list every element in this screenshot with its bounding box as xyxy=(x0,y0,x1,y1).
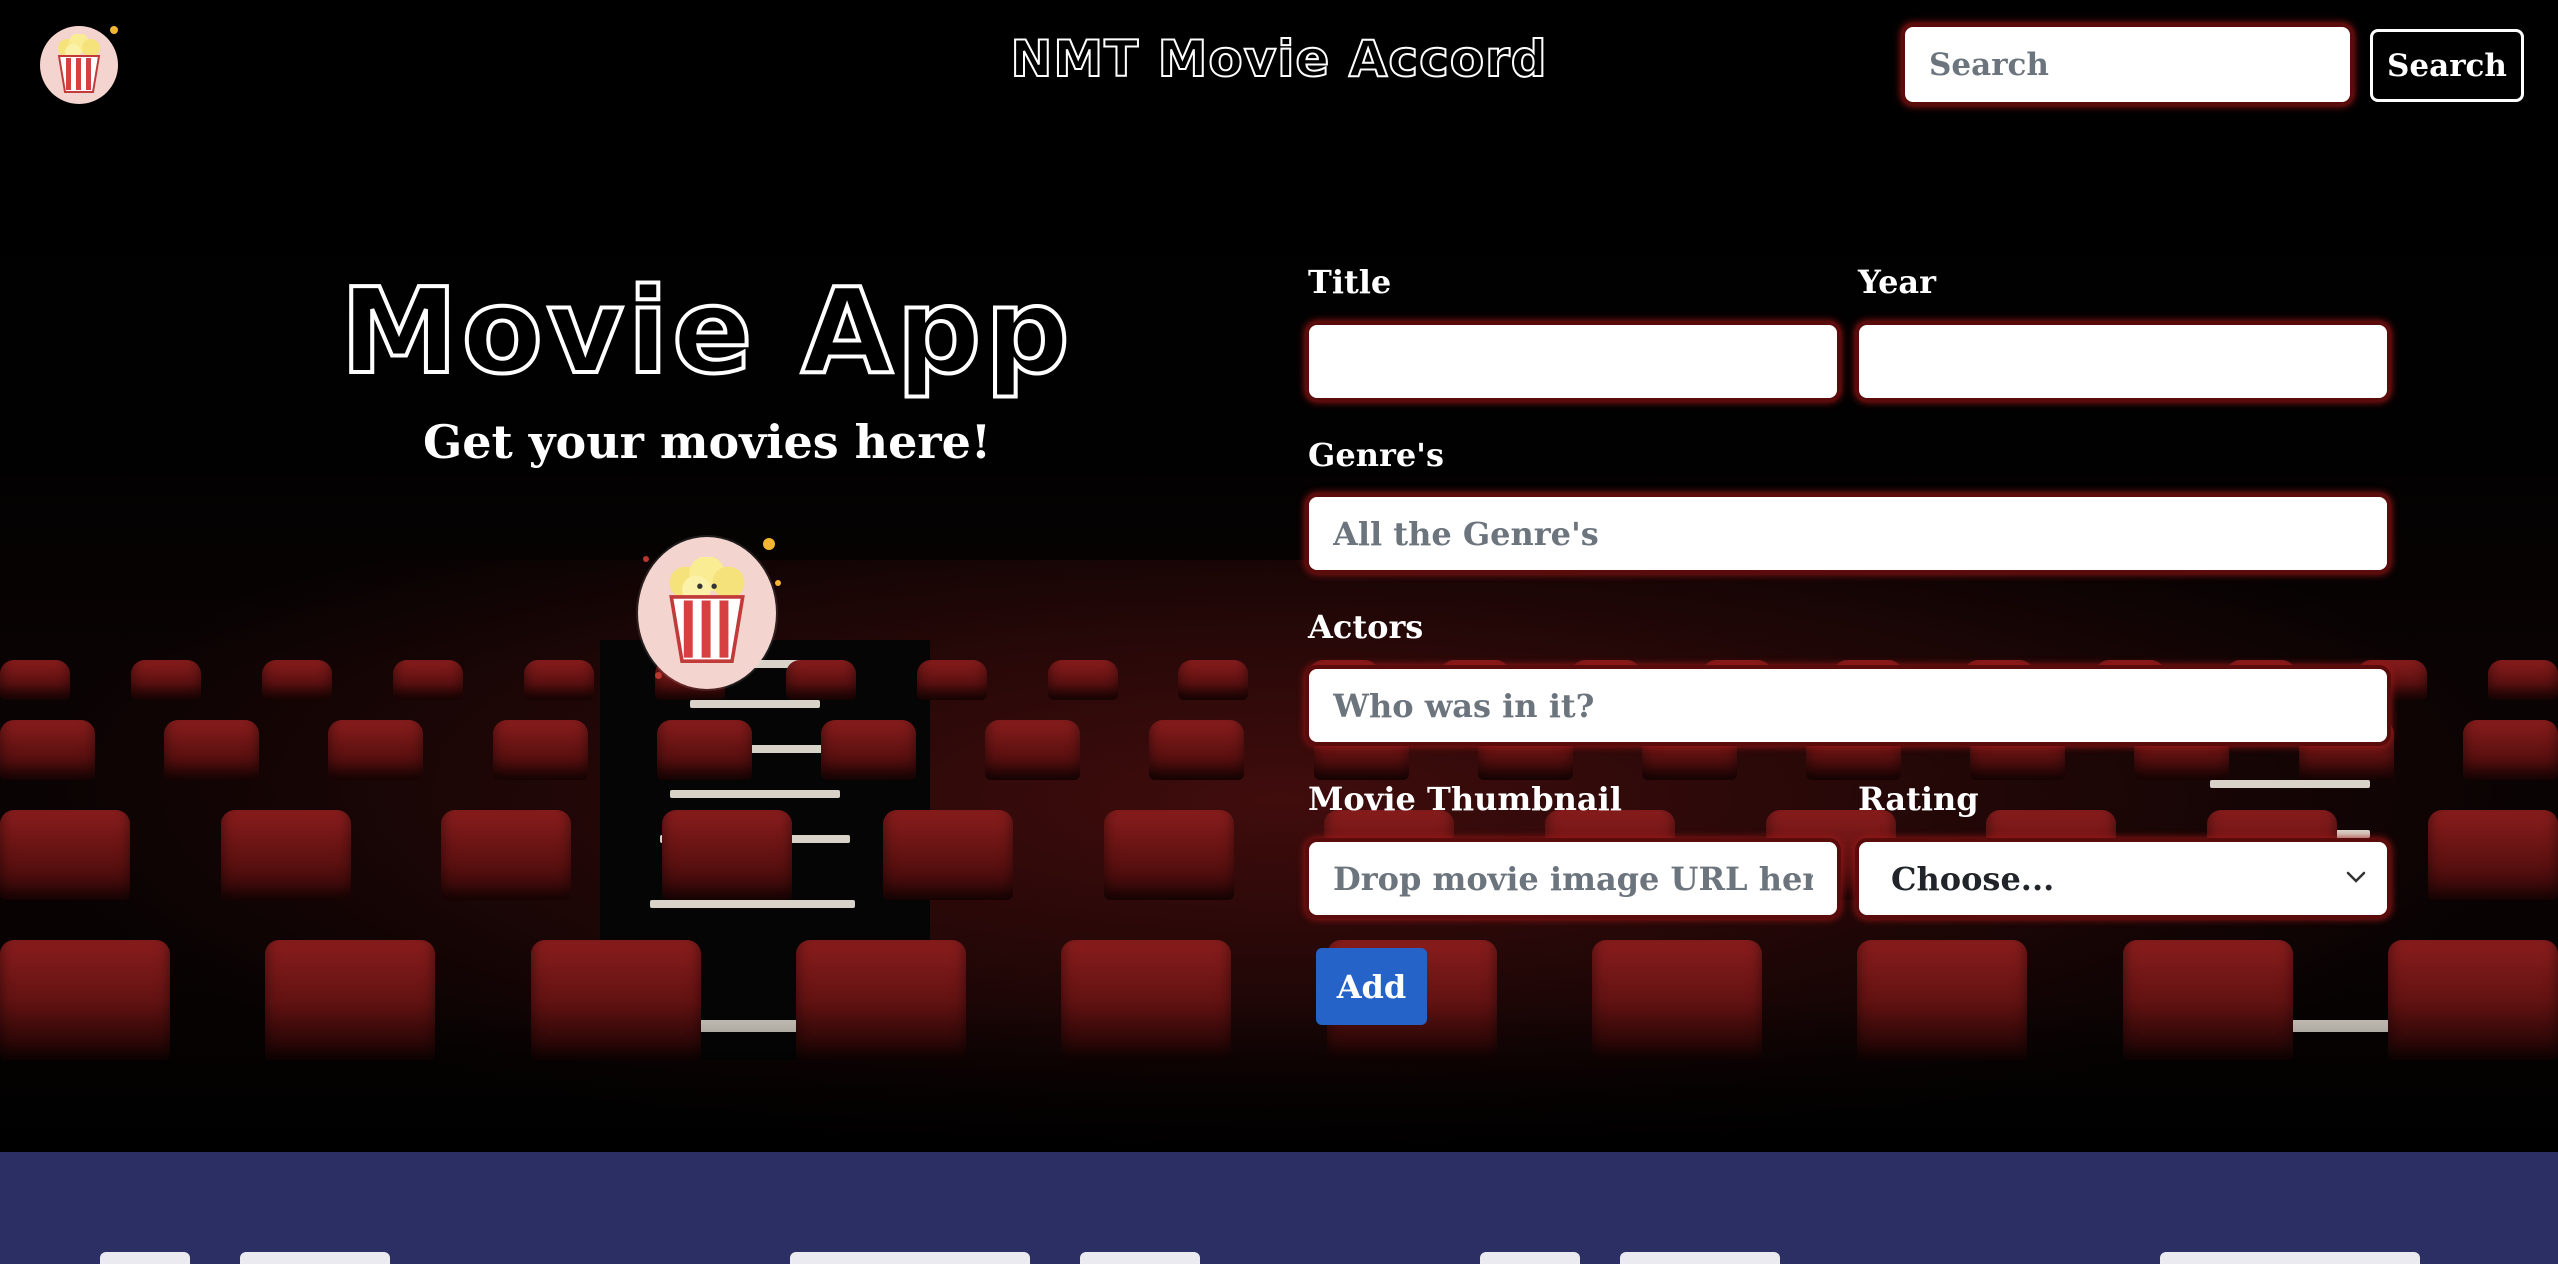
chevron-down-icon xyxy=(2346,871,2366,883)
year-label: Year xyxy=(1858,263,1937,301)
band-text-fragment xyxy=(2160,1252,2420,1264)
band-text-fragment xyxy=(100,1252,190,1264)
aisle-step xyxy=(2210,780,2370,788)
thumbnail-label: Movie Thumbnail xyxy=(1308,780,1622,818)
rating-selected-value: Choose... xyxy=(1891,859,2055,898)
aisle-step xyxy=(690,700,820,708)
search-input[interactable] xyxy=(1905,27,2350,102)
actors-label: Actors xyxy=(1308,608,1424,646)
actors-input[interactable] xyxy=(1309,669,2387,742)
sparkle-icon xyxy=(763,538,775,550)
band-text-fragment xyxy=(1480,1252,1580,1264)
popcorn-hero-icon xyxy=(638,537,776,689)
theater-background xyxy=(0,0,2558,1152)
sparkle-icon xyxy=(643,556,649,562)
title-input[interactable] xyxy=(1309,325,1837,398)
genres-input[interactable] xyxy=(1309,497,2387,570)
sparkle-icon xyxy=(775,580,781,586)
popcorn-icon xyxy=(57,34,101,93)
aisle-step xyxy=(650,900,855,908)
sparkle-icon xyxy=(110,26,118,34)
popcorn-icon xyxy=(669,557,745,663)
band-text-fragment xyxy=(1620,1252,1780,1264)
rating-select[interactable]: Choose... xyxy=(1859,842,2387,915)
band-text-fragment xyxy=(790,1252,1030,1264)
aisle-step xyxy=(670,790,840,798)
rating-label: Rating xyxy=(1858,780,1979,818)
hero-title: Movie App xyxy=(338,260,1074,402)
band-text-fragment xyxy=(240,1252,390,1264)
background-fade xyxy=(0,1000,2558,1152)
thumbnail-input[interactable] xyxy=(1309,842,1837,915)
popcorn-logo-icon[interactable] xyxy=(40,26,118,104)
genres-label: Genre's xyxy=(1308,436,1444,474)
footer-band xyxy=(0,1152,2558,1264)
sparkle-icon xyxy=(655,672,662,679)
search-button[interactable]: Search xyxy=(2370,29,2524,102)
hero-subtitle: Get your movies here! xyxy=(422,415,992,469)
band-text-fragment xyxy=(1080,1252,1200,1264)
title-label: Title xyxy=(1308,263,1392,301)
add-button[interactable]: Add xyxy=(1316,948,1427,1025)
year-input[interactable] xyxy=(1859,325,2387,398)
